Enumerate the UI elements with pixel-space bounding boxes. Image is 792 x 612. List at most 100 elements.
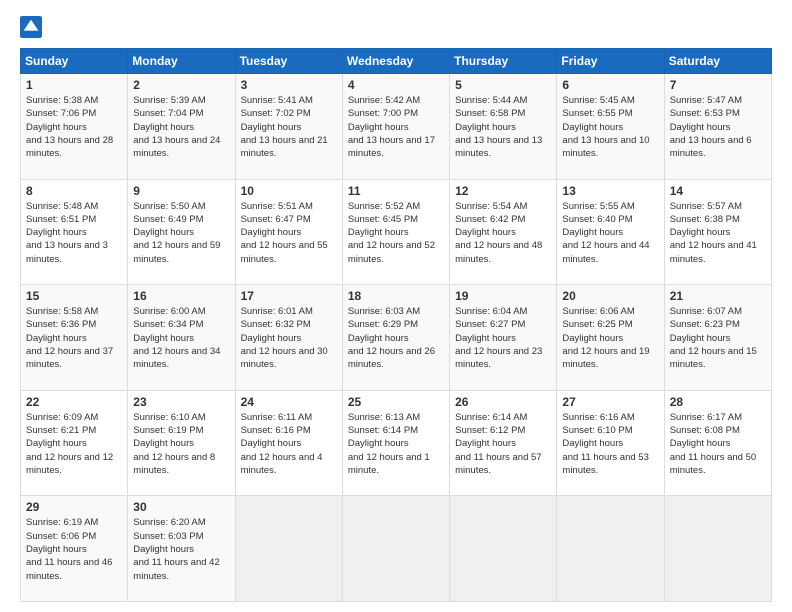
calendar-cell: [235, 496, 342, 602]
day-number: 25: [348, 395, 444, 409]
day-number: 9: [133, 184, 229, 198]
calendar-week-5: 29Sunrise: 6:19 AMSunset: 6:06 PMDayligh…: [21, 496, 772, 602]
cell-info: Sunrise: 6:03 AMSunset: 6:29 PMDaylight …: [348, 306, 435, 370]
day-number: 28: [670, 395, 766, 409]
page: SundayMondayTuesdayWednesdayThursdayFrid…: [0, 0, 792, 612]
calendar-header: SundayMondayTuesdayWednesdayThursdayFrid…: [21, 49, 772, 74]
day-number: 20: [562, 289, 658, 303]
cell-info: Sunrise: 6:06 AMSunset: 6:25 PMDaylight …: [562, 306, 649, 370]
calendar-cell: 1Sunrise: 5:38 AMSunset: 7:06 PMDaylight…: [21, 74, 128, 180]
calendar-cell: 29Sunrise: 6:19 AMSunset: 6:06 PMDayligh…: [21, 496, 128, 602]
calendar-cell: 17 Sunrise: 6:01 AMSunset: 6:32 PMDayligh…: [235, 285, 342, 391]
day-number: 5: [455, 78, 551, 92]
day-number: 19: [455, 289, 551, 303]
cell-info: Sunrise: 6:20 AMSunset: 6:03 PMDaylight …: [133, 517, 219, 581]
calendar-cell: 10 Sunrise: 5:51 AMSunset: 6:47 PMDayligh…: [235, 179, 342, 285]
calendar-cell: 14Sunrise: 5:57 AMSunset: 6:38 PMDayligh…: [664, 179, 771, 285]
calendar-cell: 28 Sunrise: 6:17 AMSunset: 6:08 PMDayligh…: [664, 390, 771, 496]
day-header-sunday: Sunday: [21, 49, 128, 74]
day-header-tuesday: Tuesday: [235, 49, 342, 74]
cell-info: Sunrise: 5:39 AMSunset: 7:04 PMDaylight …: [133, 95, 220, 159]
calendar-table: SundayMondayTuesdayWednesdayThursdayFrid…: [20, 48, 772, 602]
day-header-saturday: Saturday: [664, 49, 771, 74]
header-row: SundayMondayTuesdayWednesdayThursdayFrid…: [21, 49, 772, 74]
day-number: 24: [241, 395, 337, 409]
cell-info: Sunrise: 5:45 AMSunset: 6:55 PMDaylight …: [562, 95, 649, 159]
cell-info: Sunrise: 5:52 AMSunset: 6:45 PMDaylight …: [348, 201, 435, 265]
day-number: 7: [670, 78, 766, 92]
calendar-cell: 18 Sunrise: 6:03 AMSunset: 6:29 PMDayligh…: [342, 285, 449, 391]
day-number: 4: [348, 78, 444, 92]
calendar-cell: 22Sunrise: 6:09 AMSunset: 6:21 PMDayligh…: [21, 390, 128, 496]
day-number: 26: [455, 395, 551, 409]
day-number: 2: [133, 78, 229, 92]
day-number: 18: [348, 289, 444, 303]
calendar-week-3: 15 Sunrise: 5:58 AMSunset: 6:36 PMDayligh…: [21, 285, 772, 391]
cell-info: Sunrise: 6:19 AMSunset: 6:06 PMDaylight …: [26, 517, 112, 581]
cell-info: Sunrise: 6:07 AMSunset: 6:23 PMDaylight …: [670, 306, 757, 370]
cell-info: Sunrise: 6:04 AMSunset: 6:27 PMDaylight …: [455, 306, 542, 370]
calendar-cell: 26 Sunrise: 6:14 AMSunset: 6:12 PMDayligh…: [450, 390, 557, 496]
day-number: 27: [562, 395, 658, 409]
calendar-week-1: 1Sunrise: 5:38 AMSunset: 7:06 PMDaylight…: [21, 74, 772, 180]
calendar-cell: 7 Sunrise: 5:47 AMSunset: 6:53 PMDaylight…: [664, 74, 771, 180]
calendar-cell: 2 Sunrise: 5:39 AMSunset: 7:04 PMDaylight…: [128, 74, 235, 180]
cell-info: Sunrise: 6:00 AMSunset: 6:34 PMDaylight …: [133, 306, 220, 370]
calendar-cell: 24 Sunrise: 6:11 AMSunset: 6:16 PMDayligh…: [235, 390, 342, 496]
calendar-cell: 16 Sunrise: 6:00 AMSunset: 6:34 PMDayligh…: [128, 285, 235, 391]
day-number: 3: [241, 78, 337, 92]
calendar-cell: 13Sunrise: 5:55 AMSunset: 6:40 PMDayligh…: [557, 179, 664, 285]
cell-info: Sunrise: 6:10 AMSunset: 6:19 PMDaylight …: [133, 412, 215, 476]
day-number: 11: [348, 184, 444, 198]
cell-info: Sunrise: 5:48 AMSunset: 6:51 PMDaylight …: [26, 201, 108, 265]
header: [20, 16, 772, 38]
cell-info: Sunrise: 5:38 AMSunset: 7:06 PMDaylight …: [26, 95, 113, 159]
day-number: 15: [26, 289, 122, 303]
day-header-friday: Friday: [557, 49, 664, 74]
cell-info: Sunrise: 5:47 AMSunset: 6:53 PMDaylight …: [670, 95, 752, 159]
day-number: 21: [670, 289, 766, 303]
cell-info: Sunrise: 5:55 AMSunset: 6:40 PMDaylight …: [562, 201, 649, 265]
day-number: 17: [241, 289, 337, 303]
cell-info: Sunrise: 6:11 AMSunset: 6:16 PMDaylight …: [241, 412, 323, 476]
cell-info: Sunrise: 5:58 AMSunset: 6:36 PMDaylight …: [26, 306, 113, 370]
logo-icon: [20, 16, 42, 38]
day-number: 10: [241, 184, 337, 198]
calendar-cell: 9Sunrise: 5:50 AMSunset: 6:49 PMDaylight…: [128, 179, 235, 285]
cell-info: Sunrise: 5:51 AMSunset: 6:47 PMDaylight …: [241, 201, 328, 265]
cell-info: Sunrise: 6:01 AMSunset: 6:32 PMDaylight …: [241, 306, 328, 370]
calendar-week-2: 8 Sunrise: 5:48 AMSunset: 6:51 PMDaylight…: [21, 179, 772, 285]
day-number: 16: [133, 289, 229, 303]
logo: [20, 16, 44, 38]
calendar-cell: [342, 496, 449, 602]
calendar-cell: 21 Sunrise: 6:07 AMSunset: 6:23 PMDayligh…: [664, 285, 771, 391]
day-header-monday: Monday: [128, 49, 235, 74]
cell-info: Sunrise: 6:17 AMSunset: 6:08 PMDaylight …: [670, 412, 756, 476]
calendar-cell: 5 Sunrise: 5:44 AMSunset: 6:58 PMDaylight…: [450, 74, 557, 180]
calendar-cell: 3 Sunrise: 5:41 AMSunset: 7:02 PMDaylight…: [235, 74, 342, 180]
day-number: 8: [26, 184, 122, 198]
calendar-cell: 11 Sunrise: 5:52 AMSunset: 6:45 PMDayligh…: [342, 179, 449, 285]
calendar-cell: 27 Sunrise: 6:16 AMSunset: 6:10 PMDayligh…: [557, 390, 664, 496]
calendar-cell: 19 Sunrise: 6:04 AMSunset: 6:27 PMDayligh…: [450, 285, 557, 391]
cell-info: Sunrise: 6:09 AMSunset: 6:21 PMDaylight …: [26, 412, 113, 476]
day-header-wednesday: Wednesday: [342, 49, 449, 74]
cell-info: Sunrise: 5:44 AMSunset: 6:58 PMDaylight …: [455, 95, 542, 159]
cell-info: Sunrise: 5:41 AMSunset: 7:02 PMDaylight …: [241, 95, 328, 159]
cell-info: Sunrise: 6:14 AMSunset: 6:12 PMDaylight …: [455, 412, 541, 476]
calendar-cell: 20 Sunrise: 6:06 AMSunset: 6:25 PMDayligh…: [557, 285, 664, 391]
calendar-cell: 12Sunrise: 5:54 AMSunset: 6:42 PMDayligh…: [450, 179, 557, 285]
calendar-week-4: 22Sunrise: 6:09 AMSunset: 6:21 PMDayligh…: [21, 390, 772, 496]
calendar-cell: [450, 496, 557, 602]
calendar-cell: 4 Sunrise: 5:42 AMSunset: 7:00 PMDaylight…: [342, 74, 449, 180]
day-number: 14: [670, 184, 766, 198]
day-number: 6: [562, 78, 658, 92]
calendar-cell: 23Sunrise: 6:10 AMSunset: 6:19 PMDayligh…: [128, 390, 235, 496]
calendar-cell: 8 Sunrise: 5:48 AMSunset: 6:51 PMDaylight…: [21, 179, 128, 285]
calendar-cell: 15 Sunrise: 5:58 AMSunset: 6:36 PMDayligh…: [21, 285, 128, 391]
cell-info: Sunrise: 6:16 AMSunset: 6:10 PMDaylight …: [562, 412, 648, 476]
calendar-cell: 25 Sunrise: 6:13 AMSunset: 6:14 PMDayligh…: [342, 390, 449, 496]
cell-info: Sunrise: 6:13 AMSunset: 6:14 PMDaylight …: [348, 412, 430, 476]
calendar-cell: [664, 496, 771, 602]
cell-info: Sunrise: 5:42 AMSunset: 7:00 PMDaylight …: [348, 95, 435, 159]
